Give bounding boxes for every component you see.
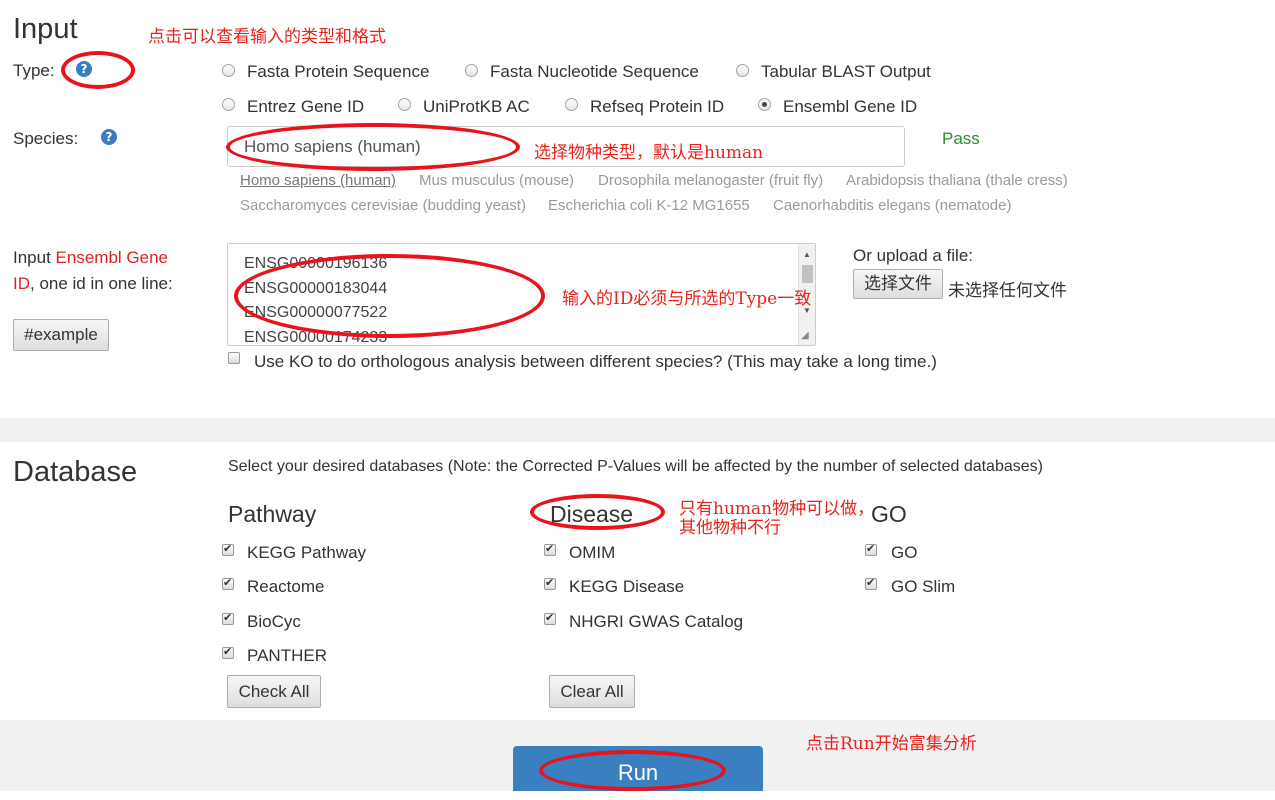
checkbox-label: Reactome [247,577,325,596]
radio-entrez-gene-id[interactable] [222,98,235,111]
section-separator [0,418,1275,442]
checkbox-biocyc[interactable] [222,611,234,625]
highlight-ellipse [61,51,135,89]
annotation-disease: 只有human物种可以做， 其他物种不行 [679,500,874,538]
checkbox-panther[interactable] [222,645,234,659]
checkbox-label: BioCyc [247,612,301,631]
species-suggestion-nematode[interactable]: Caenorhabditis elegans (nematode) [773,197,1011,214]
annotation-ids: 输入的ID必须与所选的Type一致 [562,289,812,309]
radio-label: Fasta Nucleotide Sequence [490,62,699,81]
database-heading: Database [13,456,138,488]
species-help-icon[interactable]: ? [101,129,117,145]
annotation-disease-line2: 其他物种不行 [679,518,781,538]
highlight-ellipse [226,123,520,171]
radio-tabular-blast[interactable] [736,64,749,77]
checkbox-go[interactable] [865,542,877,556]
resize-grip-icon[interactable]: ◢ [801,330,809,341]
id-input-label: Input Ensembl Gene ID, one id in one line… [13,245,213,297]
species-status: Pass [942,129,980,148]
checkbox-label: PANTHER [247,646,327,665]
radio-label: Entrez Gene ID [247,97,365,116]
checkbox-kegg-disease[interactable] [544,576,556,590]
species-suggestion-thale-cress[interactable]: Arabidopsis thaliana (thale cress) [846,172,1068,189]
database-note: Select your desired databases (Note: the… [228,458,1043,475]
annotation-type-help: 点击可以查看输入的类型和格式 [148,27,386,47]
ko-label: Use KO to do orthologous analysis betwee… [254,352,937,371]
species-suggestion-ecoli[interactable]: Escherichia coli K-12 MG1655 [548,197,750,214]
checkbox-label: KEGG Pathway [247,543,367,562]
radio-uniprotkb-ac[interactable] [398,98,411,111]
no-file-text: 未选择任何文件 [948,281,1067,300]
go-title: GO [871,501,907,527]
id-label-type: Ensembl Gene [55,248,168,267]
id-label-suffix: , one id in one line: [30,274,173,293]
radio-ensembl-gene-id[interactable] [758,98,771,111]
radio-refseq-protein-id[interactable] [565,98,578,111]
radio-label: Fasta Protein Sequence [247,62,430,81]
species-suggestion-human[interactable]: Homo sapiens (human) [240,172,396,189]
highlight-ellipse [539,750,726,791]
type-label: Type: [13,61,55,80]
check-all-button[interactable]: Check All [227,675,321,708]
annotation-disease-line1: 只有human物种可以做， [679,499,875,519]
species-suggestion-fruit-fly[interactable]: Drosophila melanogaster (fruit fly) [598,172,823,189]
checkbox-reactome[interactable] [222,576,234,590]
example-button[interactable]: #example [13,319,109,351]
radio-fasta-protein[interactable] [222,64,235,77]
radio-label: Refseq Protein ID [590,97,725,116]
radio-label: Tabular BLAST Output [761,62,931,81]
highlight-ellipse [234,254,545,338]
upload-label: Or upload a file: [853,246,974,265]
checkbox-label: GO [891,543,918,562]
ko-checkbox[interactable] [228,352,240,364]
checkbox-kegg-pathway[interactable] [222,542,234,556]
pathway-title: Pathway [228,501,317,527]
annotation-species: 选择物种类型，默认是human [534,143,764,163]
input-heading: Input [13,13,78,45]
scroll-up-icon[interactable]: ▲ [803,250,811,259]
checkbox-omim[interactable] [544,542,556,556]
checkbox-label: KEGG Disease [569,577,685,596]
highlight-ellipse [530,494,665,530]
annotation-run: 点击Run开始富集分析 [806,734,977,754]
species-label: Species: [13,129,79,148]
checkbox-label: OMIM [569,543,616,562]
clear-all-button[interactable]: Clear All [549,675,635,708]
checkbox-nhgri-gwas[interactable] [544,611,556,625]
id-label-type-suffix: ID [13,274,30,293]
checkbox-label: GO Slim [891,577,956,596]
radio-label: UniProtKB AC [423,97,530,116]
radio-fasta-nucleotide[interactable] [465,64,478,77]
species-suggestion-mouse[interactable]: Mus musculus (mouse) [419,172,574,189]
scrollbar-thumb[interactable] [802,265,813,283]
species-suggestion-yeast[interactable]: Saccharomyces cerevisiae (budding yeast) [240,197,526,214]
checkbox-label: NHGRI GWAS Catalog [569,612,744,631]
checkbox-go-slim[interactable] [865,576,877,590]
radio-label: Ensembl Gene ID [783,97,918,116]
choose-file-button[interactable]: 选择文件 [853,269,943,299]
id-label-prefix: Input [13,248,56,267]
